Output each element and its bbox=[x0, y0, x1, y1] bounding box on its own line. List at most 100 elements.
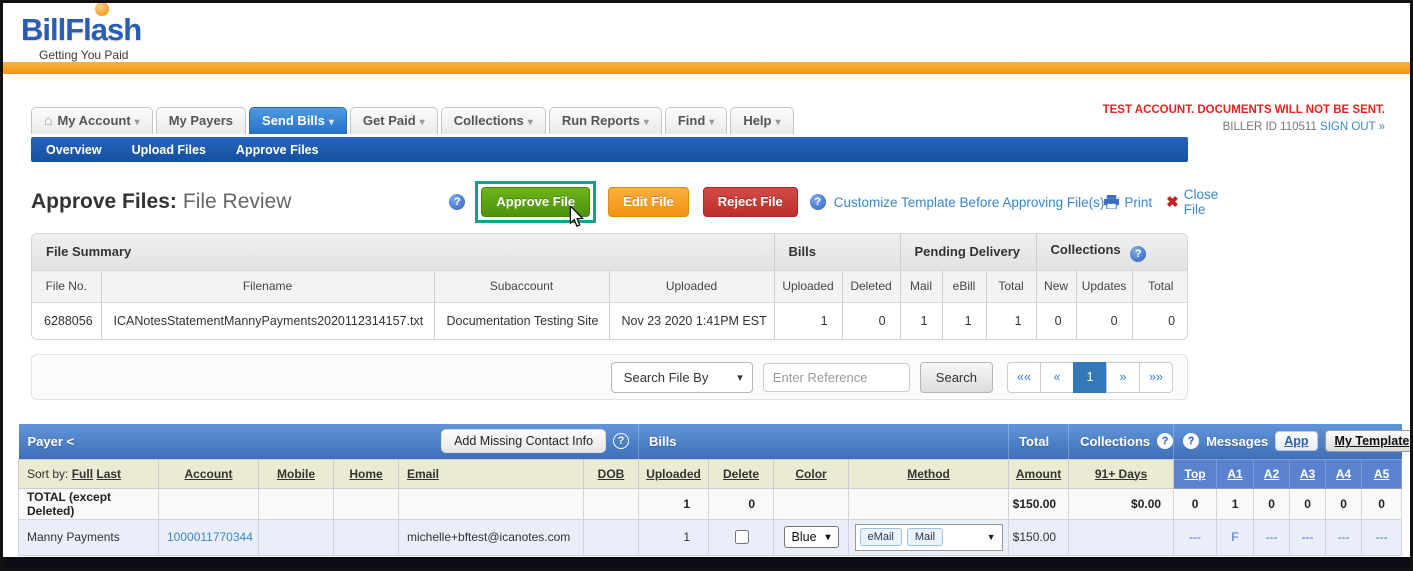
col-updates: Updates bbox=[1076, 270, 1132, 302]
tab-collections[interactable]: Collections▾ bbox=[441, 107, 546, 134]
sort-91days-link[interactable]: 91+ Days bbox=[1095, 467, 1147, 481]
sort-a3-link[interactable]: A3 bbox=[1300, 467, 1315, 481]
total-label: TOTAL (except Deleted) bbox=[19, 488, 159, 519]
tab-my-payers[interactable]: My Payers bbox=[156, 107, 246, 134]
reject-file-button[interactable]: Reject File bbox=[703, 187, 798, 217]
sort-color-link[interactable]: Color bbox=[795, 467, 826, 481]
payer-table: Payer < Add Missing Contact Info ? Bills… bbox=[18, 424, 1402, 556]
sign-out-link[interactable]: SIGN OUT » bbox=[1320, 121, 1385, 133]
total-group-header: Total bbox=[1009, 424, 1069, 459]
col-new-cell: 0 bbox=[1036, 302, 1076, 339]
add-missing-contact-button[interactable]: Add Missing Contact Info bbox=[441, 429, 606, 453]
bills-group-header: Bills bbox=[639, 424, 1009, 459]
file-no-cell: 6288056 bbox=[32, 302, 101, 339]
tab-send-bills[interactable]: Send Bills▾ bbox=[249, 107, 347, 134]
col-uploaded: Uploaded bbox=[609, 270, 774, 302]
subnav-approve-files[interactable]: Approve Files bbox=[221, 143, 334, 157]
col-bills-uploaded: Uploaded bbox=[774, 270, 842, 302]
nav-area: TEST ACCOUNT. DOCUMENTS WILL NOT BE SENT… bbox=[3, 74, 1410, 162]
tab-help[interactable]: Help▾ bbox=[730, 107, 793, 134]
total-a1: 1 bbox=[1217, 488, 1254, 519]
approve-highlight-box: Approve File bbox=[475, 181, 596, 223]
payer-group-label[interactable]: Payer < bbox=[28, 434, 75, 449]
help-icon[interactable]: ? bbox=[1157, 433, 1173, 449]
customize-template-link[interactable]: Customize Template Before Approving File… bbox=[834, 195, 1105, 210]
sort-top-link[interactable]: Top bbox=[1185, 467, 1206, 481]
print-link[interactable]: Print bbox=[1104, 195, 1152, 210]
msg-a4: --- bbox=[1338, 530, 1350, 544]
msg-a3: --- bbox=[1302, 530, 1314, 544]
pd-total-cell: 1 bbox=[986, 302, 1036, 339]
page-first-button[interactable]: «« bbox=[1007, 362, 1041, 393]
reference-input[interactable] bbox=[763, 363, 910, 392]
help-icon[interactable]: ? bbox=[1130, 246, 1146, 262]
delete-checkbox[interactable] bbox=[735, 530, 749, 544]
method-multiselect[interactable]: eMail Mail ▼ bbox=[855, 524, 1003, 551]
payer-row: Manny Payments 1000011770344 michelle+bf… bbox=[19, 519, 1402, 555]
subnav-upload-files[interactable]: Upload Files bbox=[117, 143, 221, 157]
search-file-by-select[interactable]: Search File By ▾ bbox=[611, 362, 753, 393]
collections-group-header: Collections ? bbox=[1069, 424, 1174, 459]
sort-delete-link[interactable]: Delete bbox=[723, 467, 759, 481]
sort-a2-link[interactable]: A2 bbox=[1264, 467, 1279, 481]
subnav-overview[interactable]: Overview bbox=[31, 143, 117, 157]
sort-account-link[interactable]: Account bbox=[185, 467, 233, 481]
page-prev-button[interactable]: « bbox=[1040, 362, 1074, 393]
payer-name: Manny Payments bbox=[19, 519, 159, 555]
sort-email-link[interactable]: Email bbox=[407, 467, 439, 481]
my-template-button[interactable]: My Template bbox=[1325, 430, 1413, 452]
sort-mobile-link[interactable]: Mobile bbox=[277, 467, 315, 481]
page-next-button[interactable]: » bbox=[1106, 362, 1140, 393]
page-current[interactable]: 1 bbox=[1073, 362, 1107, 393]
logo-tagline: Getting You Paid bbox=[39, 48, 141, 62]
help-icon[interactable]: ? bbox=[613, 433, 629, 449]
col-pd-total: Total bbox=[986, 270, 1036, 302]
total-a3: 0 bbox=[1290, 488, 1326, 519]
total-row: TOTAL (except Deleted) 1 0 $150.00 $0.00… bbox=[19, 488, 1402, 519]
col-subaccount: Subaccount bbox=[434, 270, 609, 302]
help-icon[interactable]: ? bbox=[810, 194, 826, 210]
bills-uploaded-cell: 1 bbox=[774, 302, 842, 339]
page-last-button[interactable]: »» bbox=[1139, 362, 1173, 393]
payer-uploaded: 1 bbox=[639, 519, 709, 555]
sort-last-link[interactable]: Last bbox=[96, 467, 121, 481]
tab-get-paid[interactable]: Get Paid▾ bbox=[350, 107, 438, 134]
color-select[interactable]: Blue ▾ bbox=[784, 526, 839, 548]
sort-a1-link[interactable]: A1 bbox=[1227, 467, 1242, 481]
sort-uploaded-link[interactable]: Uploaded bbox=[646, 467, 701, 481]
search-button[interactable]: Search bbox=[920, 362, 993, 393]
file-summary-table: File Summary Bills Pending Delivery Coll… bbox=[32, 234, 1188, 339]
account-link[interactable]: 1000011770344 bbox=[167, 530, 253, 544]
payer-91days bbox=[1069, 519, 1174, 555]
sort-method-link[interactable]: Method bbox=[907, 467, 950, 481]
file-search-bar: Search File By ▾ Search «« « 1 » »» bbox=[31, 354, 1188, 400]
app-button[interactable]: App bbox=[1275, 431, 1317, 451]
group-bills: Bills bbox=[774, 234, 900, 270]
sort-full-link[interactable]: Full bbox=[72, 467, 93, 481]
pagination: «« « 1 » »» bbox=[1007, 362, 1173, 393]
method-tag-email[interactable]: eMail bbox=[860, 528, 902, 546]
chevron-down-icon: ▾ bbox=[420, 117, 425, 128]
help-icon[interactable]: ? bbox=[449, 194, 465, 210]
close-file-link[interactable]: ✖ Close File bbox=[1166, 187, 1218, 217]
sort-a5-link[interactable]: A5 bbox=[1374, 467, 1389, 481]
tab-my-account[interactable]: ⌂My Account▾ bbox=[31, 107, 153, 134]
chevron-down-icon: ▾ bbox=[644, 117, 649, 128]
payer-group-header: Payer < Add Missing Contact Info ? bbox=[19, 424, 639, 459]
method-tag-mail[interactable]: Mail bbox=[907, 528, 943, 546]
chevron-down-icon: ▾ bbox=[528, 117, 533, 128]
total-a5: 0 bbox=[1362, 488, 1402, 519]
group-pending-delivery: Pending Delivery bbox=[900, 234, 1036, 270]
sort-amount-link[interactable]: Amount bbox=[1016, 467, 1061, 481]
sort-home-link[interactable]: Home bbox=[349, 467, 382, 481]
total-deleted: 0 bbox=[709, 488, 774, 519]
sort-dob-link[interactable]: DOB bbox=[598, 467, 625, 481]
help-icon[interactable]: ? bbox=[1183, 433, 1199, 449]
sort-a4-link[interactable]: A4 bbox=[1336, 467, 1351, 481]
biller-id: BILLER ID 110511 bbox=[1223, 121, 1317, 133]
edit-file-button[interactable]: Edit File bbox=[608, 187, 689, 217]
total-amount: $150.00 bbox=[1009, 488, 1069, 519]
tab-find[interactable]: Find▾ bbox=[665, 107, 727, 134]
tab-run-reports[interactable]: Run Reports▾ bbox=[549, 107, 662, 134]
total-top: 0 bbox=[1174, 488, 1217, 519]
